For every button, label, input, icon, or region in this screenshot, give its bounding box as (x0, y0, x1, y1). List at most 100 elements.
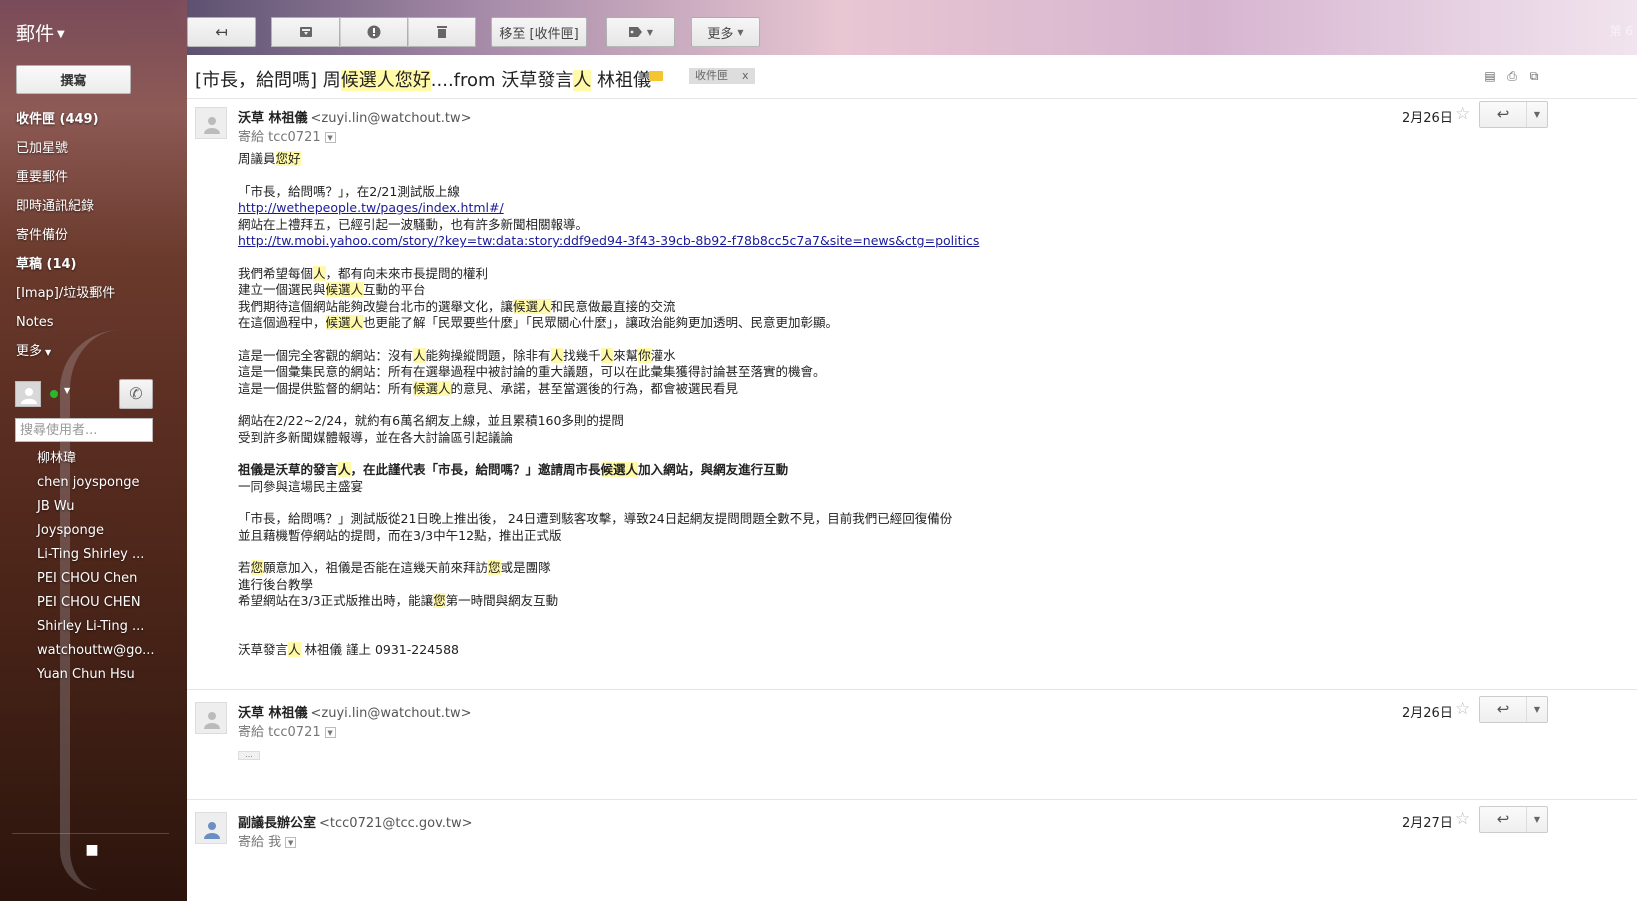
chat-contact[interactable]: Shirley Li-Ting ... (0, 615, 187, 639)
label-name: 收件匣 (695, 69, 728, 82)
reply-icon: ↩ (1496, 810, 1510, 828)
news-link[interactable]: http://tw.mobi.yahoo.com/story/?key=tw:d… (238, 233, 979, 248)
chat-search-input[interactable] (15, 418, 153, 442)
show-details-button[interactable]: ▼ (285, 837, 297, 848)
archive-button[interactable] (271, 17, 340, 47)
recipient: 寄給 我 ▼ (238, 831, 297, 850)
sender[interactable]: 副議長辦公室 <tcc0721@tcc.gov.tw> (238, 812, 473, 831)
sender-name: 副議長辦公室 (238, 816, 317, 831)
chat-contact[interactable]: JB Wu (0, 495, 187, 519)
message-view: [市長，給問嗎] 周候選人您好....from 沃草發言人 林祖儀 收件匣 x … (187, 55, 1637, 901)
compose-button[interactable]: 撰寫 (16, 65, 131, 94)
body-text: 的意見、承諾，甚至當選後的行為，都會被選民看見 (450, 380, 739, 396)
body-line: 希望網站在3/3正式版推出時，能讓您第一時間與網友互動 (238, 593, 979, 610)
chat-contact[interactable]: chen joysponge (0, 471, 187, 495)
chat-bubble-icon: ■ (85, 842, 99, 858)
show-details-button[interactable]: ▼ (324, 132, 336, 143)
avatar[interactable] (15, 381, 41, 407)
highlight-text: 人 (288, 641, 301, 657)
chevron-down-icon: ▼ (57, 29, 65, 40)
body-line: 建立一個選民與候選人互動的平台 (238, 282, 979, 299)
archive-icon (299, 27, 312, 37)
importance-marker-icon[interactable] (649, 71, 663, 81)
more-actions-button[interactable]: ▼ (1526, 807, 1547, 832)
report-spam-button[interactable] (340, 17, 408, 47)
back-button[interactable]: ↤ (187, 17, 256, 47)
sidebar-item-important[interactable]: 重要郵件 (0, 163, 187, 192)
chat-contact[interactable]: watchouttw@go... (0, 639, 187, 663)
reply-button[interactable]: ↩ (1480, 697, 1526, 722)
star-icon[interactable]: ☆ (1455, 699, 1470, 719)
highlight-text: 人 (550, 347, 564, 363)
more-button[interactable]: 更多 ▼ (691, 17, 760, 47)
person-icon (204, 117, 220, 134)
more-actions-button[interactable]: ▼ (1526, 102, 1547, 127)
message-date: 2月27日 (1402, 816, 1453, 831)
body-text: 祖儀是沃草的發言 (238, 462, 339, 477)
star-icon[interactable]: ☆ (1455, 809, 1470, 829)
news-link[interactable]: http://wethepeople.tw/pages/index.html#/ (238, 200, 504, 215)
body-text: 若 (238, 560, 251, 575)
chevron-down-icon: ▼ (45, 348, 52, 357)
chat-contact[interactable]: Li-Ting Shirley ... (0, 543, 187, 567)
body-text: 來幫 (613, 347, 639, 363)
body-text: 建立一個選民與 (238, 282, 326, 297)
new-window-button[interactable]: ⧉ (1527, 69, 1541, 83)
label-tag-icon (628, 27, 642, 37)
body-line: 祖儀是沃草的發言人，在此謹代表「市長，給問嗎？」邀請周市長候選人加入網站，與網友… (238, 462, 979, 479)
sender[interactable]: 沃草 林祖儀 <zuyi.lin@watchout.tw> (238, 702, 472, 721)
body-text: 這是一個提供監督的網站：所有 (238, 380, 414, 396)
print-button[interactable]: ⎙ (1505, 69, 1519, 83)
chat-contact[interactable]: 柳林瑋 (0, 447, 187, 471)
online-status-dot[interactable] (50, 390, 58, 398)
reply-button[interactable]: ↩ (1480, 807, 1526, 832)
sidebar-item-more[interactable]: 更多 ▼ (0, 337, 187, 366)
chat-bubble-button[interactable]: ■ (80, 838, 104, 862)
delete-button[interactable] (408, 17, 476, 47)
chat-contact[interactable]: Yuan Chun Hsu (0, 663, 187, 687)
avatar (195, 812, 227, 844)
sidebar: 撰寫 收件匣 (449) 已加星號 重要郵件 即時通訊紀錄 寄件備份 草稿 (1… (0, 55, 187, 901)
sender-name: 沃草 林祖儀 (238, 111, 308, 126)
chat-contact[interactable]: Joysponge (0, 519, 187, 543)
body-text: 或是團隊 (500, 560, 551, 575)
remove-label-button[interactable]: x (742, 68, 749, 84)
show-details-button[interactable]: ▼ (324, 727, 336, 738)
subject-part-highlight: 人 (573, 70, 592, 91)
star-icon[interactable]: ☆ (1455, 104, 1470, 124)
body-line: 這是一個提供監督的網站：所有候選人的意見、承諾，甚至當選後的行為，都會被選民看見 (238, 380, 979, 398)
body-text: 也更能了解「民眾要些什麼」「民眾關心什麼」，讓政治能夠更加透明、民意更加彰顯。 (363, 315, 839, 330)
sidebar-item-spam[interactable]: [Imap]/垃圾郵件 (0, 279, 187, 308)
sender[interactable]: 沃草 林祖儀 <zuyi.lin@watchout.tw> (238, 107, 472, 126)
action-button-group (271, 17, 476, 47)
sender-email: <zuyi.lin@watchout.tw> (310, 706, 472, 721)
reply-button[interactable]: ↩ (1480, 102, 1526, 127)
sidebar-item-notes[interactable]: Notes (0, 308, 187, 337)
body-text: 沃草發言 (238, 641, 289, 657)
sidebar-item-inbox[interactable]: 收件匣 (449) (0, 105, 187, 134)
labels-button[interactable]: ▼ (606, 17, 675, 47)
report-spam-icon (367, 25, 381, 39)
print-all-button[interactable]: ▤ (1483, 69, 1497, 83)
highlight-text: 候選人 (413, 380, 451, 396)
subject-part: ....from 沃草發言 (430, 70, 574, 91)
chevron-down-icon[interactable]: ▼ (64, 386, 70, 395)
sidebar-item-chats[interactable]: 即時通訊紀錄 (0, 192, 187, 221)
mail-app-switcher[interactable]: 郵件 ▼ (16, 19, 65, 46)
new-window-icon: ⧉ (1529, 69, 1539, 83)
show-trimmed-content-button[interactable]: ... (238, 751, 260, 760)
move-to-inbox-button[interactable]: 移至 [收件匣] (491, 17, 587, 47)
body-text: 能夠操縱問題，除非有 (425, 347, 551, 363)
phone-call-button[interactable]: ✆ (119, 379, 153, 409)
signature: 沃草發言人 林祖儀 謹上 0931-224588 (238, 641, 979, 659)
sidebar-item-drafts[interactable]: 草稿 (14) (0, 250, 187, 279)
sidebar-item-starred[interactable]: 已加星號 (0, 134, 187, 163)
more-actions-button[interactable]: ▼ (1526, 697, 1547, 722)
chat-contact[interactable]: PEI CHOU Chen (0, 567, 187, 591)
sidebar-item-sent[interactable]: 寄件備份 (0, 221, 187, 250)
highlight-text: 您 (488, 560, 501, 575)
body-line: http://wethepeople.tw/pages/index.html#/ (238, 200, 979, 217)
move-to-label: 移至 [收件匣] (499, 26, 579, 42)
chat-contact[interactable]: PEI CHOU CHEN (0, 591, 187, 615)
